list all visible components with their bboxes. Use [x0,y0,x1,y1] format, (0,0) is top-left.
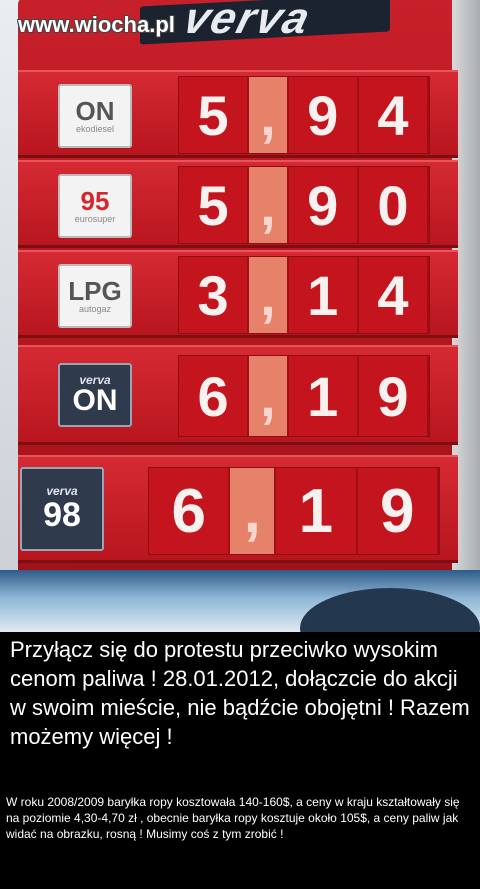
price-digits: 3 , 1 4 [178,256,430,334]
price-row-verva-98: verva 98 6 , 1 9 [18,455,458,563]
digit: 6 [149,468,231,554]
fuel-logo-verva-98: verva 98 [20,467,104,551]
digit: 5 [179,77,250,153]
price-row-95: 95 eurosuper 5 , 9 0 [18,160,458,248]
logo-label: ON [75,95,115,126]
fuel-price-sign-photo: verva ON ekodiesel 5 , 9 4 95 eurosuper … [0,0,480,632]
digit: 3 [179,257,250,333]
digit: 9 [289,77,359,153]
station-banner [0,570,480,632]
digit: 5 [179,167,250,243]
fuel-logo-on: ON ekodiesel [58,84,132,148]
digit: 1 [289,257,359,333]
digit: 6 [179,356,250,436]
price-digits: 6 , 1 9 [148,467,440,555]
digit: 1 [276,468,358,554]
price-digits: 6 , 1 9 [178,355,430,437]
logo-label: 95 [80,185,110,216]
caption-body: W roku 2008/2009 baryłka ropy kosztowała… [6,795,460,841]
decimal-separator: , [230,468,277,554]
price-row-verva-on: verva ON 6 , 1 9 [18,345,458,445]
digit: 1 [289,356,359,436]
banner-graphic [300,588,480,632]
logo-sublabel: autogaz [78,303,112,314]
logo-sublabel: eurosuper [74,213,116,224]
caption-panel: Przyłącz się do protestu przeciwko wysok… [0,632,480,889]
logo-label: LPG [68,275,122,306]
digit: 4 [359,257,430,333]
logo-sublabel: verva [46,483,78,498]
price-row-lpg: LPG autogaz 3 , 1 4 [18,250,458,338]
price-digits: 5 , 9 4 [178,76,430,154]
watermark: www.wiocha.pl [18,12,175,37]
fuel-logo-95: 95 eurosuper [58,174,132,238]
digit: 4 [359,77,430,153]
brand-logo: verva [178,0,317,43]
caption-headline: Przyłącz się do protestu przeciwko wysok… [10,637,470,749]
decimal-separator: , [249,167,289,243]
price-row-on-ekodiesel: ON ekodiesel 5 , 9 4 [18,70,458,158]
fuel-logo-verva-on: verva ON [58,363,132,427]
fuel-logo-lpg: LPG autogaz [58,264,132,328]
logo-label: 98 [43,495,81,534]
decimal-separator: , [249,257,289,333]
digit: 9 [289,167,359,243]
price-digits: 5 , 9 0 [178,166,430,244]
logo-label: ON [72,383,118,417]
digit: 9 [359,356,430,436]
decimal-separator: , [249,77,289,153]
logo-sublabel: ekodiesel [75,123,115,134]
digit: 9 [358,468,439,554]
digit: 0 [359,167,430,243]
decimal-separator: , [249,356,289,436]
